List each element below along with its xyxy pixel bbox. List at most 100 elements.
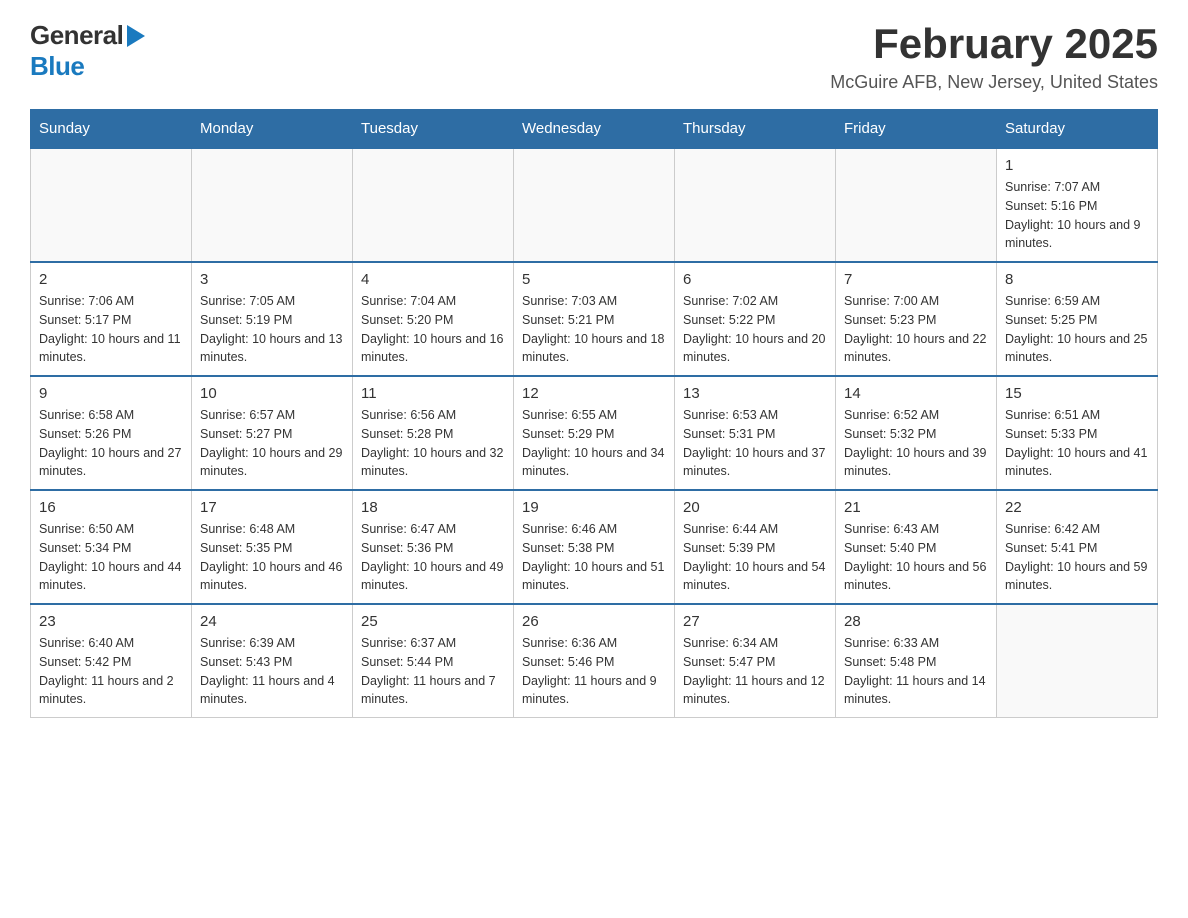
calendar-week-row: 1 Sunrise: 7:07 AMSunset: 5:16 PMDaylight… [31, 148, 1158, 262]
day-number: 25 [361, 613, 505, 630]
day-number: 21 [844, 499, 988, 516]
day-info: Sunrise: 6:34 AMSunset: 5:47 PMDaylight:… [683, 634, 827, 709]
calendar-day-cell [675, 148, 836, 262]
calendar-day-header: Friday [836, 110, 997, 149]
day-info: Sunrise: 6:44 AMSunset: 5:39 PMDaylight:… [683, 520, 827, 595]
calendar-day-cell [836, 148, 997, 262]
calendar-day-cell: 20 Sunrise: 6:44 AMSunset: 5:39 PMDayligh… [675, 490, 836, 604]
day-number: 16 [39, 499, 183, 516]
calendar-day-cell: 22Sunrise: 6:42 AMSunset: 5:41 PMDayligh… [997, 490, 1158, 604]
calendar-week-row: 9 Sunrise: 6:58 AMSunset: 5:26 PMDaylight… [31, 376, 1158, 490]
logo-general-text: General [30, 20, 123, 51]
day-number: 3 [200, 271, 344, 288]
calendar-day-cell: 23 Sunrise: 6:40 AMSunset: 5:42 PMDayligh… [31, 604, 192, 718]
calendar-day-cell: 25 Sunrise: 6:37 AMSunset: 5:44 PMDayligh… [353, 604, 514, 718]
day-info: Sunrise: 6:37 AMSunset: 5:44 PMDaylight:… [361, 634, 505, 709]
calendar-day-header: Sunday [31, 110, 192, 149]
day-info: Sunrise: 7:07 AMSunset: 5:16 PMDaylight:… [1005, 178, 1149, 253]
calendar-day-cell: 17 Sunrise: 6:48 AMSunset: 5:35 PMDayligh… [192, 490, 353, 604]
day-number: 9 [39, 385, 183, 402]
day-number: 19 [522, 499, 666, 516]
calendar-day-cell: 11 Sunrise: 6:56 AMSunset: 5:28 PMDayligh… [353, 376, 514, 490]
day-info: Sunrise: 7:03 AMSunset: 5:21 PMDaylight:… [522, 292, 666, 367]
day-info: Sunrise: 6:48 AMSunset: 5:35 PMDaylight:… [200, 520, 344, 595]
day-info: Sunrise: 6:55 AMSunset: 5:29 PMDaylight:… [522, 406, 666, 481]
calendar-day-cell: 12 Sunrise: 6:55 AMSunset: 5:29 PMDayligh… [514, 376, 675, 490]
day-info: Sunrise: 6:52 AMSunset: 5:32 PMDaylight:… [844, 406, 988, 481]
day-info: Sunrise: 6:42 AMSunset: 5:41 PMDaylight:… [1005, 520, 1149, 595]
calendar-day-header: Tuesday [353, 110, 514, 149]
calendar-day-cell [31, 148, 192, 262]
calendar-week-row: 23 Sunrise: 6:40 AMSunset: 5:42 PMDayligh… [31, 604, 1158, 718]
page-title: February 2025 [830, 20, 1158, 68]
calendar-day-cell [997, 604, 1158, 718]
day-number: 7 [844, 271, 988, 288]
calendar-day-cell: 28 Sunrise: 6:33 AMSunset: 5:48 PMDayligh… [836, 604, 997, 718]
day-number: 20 [683, 499, 827, 516]
day-number: 28 [844, 613, 988, 630]
calendar-day-cell: 16 Sunrise: 6:50 AMSunset: 5:34 PMDayligh… [31, 490, 192, 604]
day-number: 23 [39, 613, 183, 630]
day-info: Sunrise: 6:50 AMSunset: 5:34 PMDaylight:… [39, 520, 183, 595]
day-number: 8 [1005, 271, 1149, 288]
day-info: Sunrise: 6:43 AMSunset: 5:40 PMDaylight:… [844, 520, 988, 595]
day-info: Sunrise: 6:57 AMSunset: 5:27 PMDaylight:… [200, 406, 344, 481]
day-number: 27 [683, 613, 827, 630]
day-number: 18 [361, 499, 505, 516]
calendar-day-cell: 21 Sunrise: 6:43 AMSunset: 5:40 PMDayligh… [836, 490, 997, 604]
day-number: 12 [522, 385, 666, 402]
day-number: 14 [844, 385, 988, 402]
day-info: Sunrise: 6:36 AMSunset: 5:46 PMDaylight:… [522, 634, 666, 709]
calendar-day-cell: 4 Sunrise: 7:04 AMSunset: 5:20 PMDaylight… [353, 262, 514, 376]
calendar-table: SundayMondayTuesdayWednesdayThursdayFrid… [30, 109, 1158, 718]
day-number: 2 [39, 271, 183, 288]
title-block: February 2025 McGuire AFB, New Jersey, U… [830, 20, 1158, 93]
day-number: 6 [683, 271, 827, 288]
logo-triangle-icon [127, 25, 145, 47]
day-number: 4 [361, 271, 505, 288]
calendar-day-cell: 1 Sunrise: 7:07 AMSunset: 5:16 PMDaylight… [997, 148, 1158, 262]
day-info: Sunrise: 6:33 AMSunset: 5:48 PMDaylight:… [844, 634, 988, 709]
day-info: Sunrise: 6:40 AMSunset: 5:42 PMDaylight:… [39, 634, 183, 709]
day-number: 1 [1005, 157, 1149, 174]
day-info: Sunrise: 6:59 AMSunset: 5:25 PMDaylight:… [1005, 292, 1149, 367]
day-info: Sunrise: 6:58 AMSunset: 5:26 PMDaylight:… [39, 406, 183, 481]
logo-blue-text: Blue [30, 51, 84, 82]
day-info: Sunrise: 7:02 AMSunset: 5:22 PMDaylight:… [683, 292, 827, 367]
day-number: 17 [200, 499, 344, 516]
calendar-day-header: Saturday [997, 110, 1158, 149]
day-info: Sunrise: 6:46 AMSunset: 5:38 PMDaylight:… [522, 520, 666, 595]
calendar-day-cell: 15 Sunrise: 6:51 AMSunset: 5:33 PMDayligh… [997, 376, 1158, 490]
calendar-day-cell: 7Sunrise: 7:00 AMSunset: 5:23 PMDaylight… [836, 262, 997, 376]
day-info: Sunrise: 6:53 AMSunset: 5:31 PMDaylight:… [683, 406, 827, 481]
day-number: 24 [200, 613, 344, 630]
day-number: 15 [1005, 385, 1149, 402]
day-info: Sunrise: 7:04 AMSunset: 5:20 PMDaylight:… [361, 292, 505, 367]
day-number: 11 [361, 385, 505, 402]
calendar-day-cell [514, 148, 675, 262]
logo: General Blue [30, 20, 145, 82]
logo-row2: Blue [30, 51, 145, 82]
calendar-week-row: 2 Sunrise: 7:06 AMSunset: 5:17 PMDaylight… [31, 262, 1158, 376]
day-info: Sunrise: 7:05 AMSunset: 5:19 PMDaylight:… [200, 292, 344, 367]
day-info: Sunrise: 6:56 AMSunset: 5:28 PMDaylight:… [361, 406, 505, 481]
calendar-day-cell: 13Sunrise: 6:53 AMSunset: 5:31 PMDayligh… [675, 376, 836, 490]
calendar-day-cell: 18Sunrise: 6:47 AMSunset: 5:36 PMDayligh… [353, 490, 514, 604]
calendar-day-cell: 8 Sunrise: 6:59 AMSunset: 5:25 PMDaylight… [997, 262, 1158, 376]
day-number: 5 [522, 271, 666, 288]
calendar-day-cell: 9 Sunrise: 6:58 AMSunset: 5:26 PMDaylight… [31, 376, 192, 490]
calendar-day-cell: 27 Sunrise: 6:34 AMSunset: 5:47 PMDayligh… [675, 604, 836, 718]
page-subtitle: McGuire AFB, New Jersey, United States [830, 72, 1158, 93]
day-info: Sunrise: 6:39 AMSunset: 5:43 PMDaylight:… [200, 634, 344, 709]
calendar-day-header: Wednesday [514, 110, 675, 149]
day-number: 10 [200, 385, 344, 402]
calendar-day-cell [192, 148, 353, 262]
calendar-day-cell: 24 Sunrise: 6:39 AMSunset: 5:43 PMDayligh… [192, 604, 353, 718]
day-info: Sunrise: 7:06 AMSunset: 5:17 PMDaylight:… [39, 292, 183, 367]
calendar-week-row: 16 Sunrise: 6:50 AMSunset: 5:34 PMDayligh… [31, 490, 1158, 604]
calendar-day-cell: 14 Sunrise: 6:52 AMSunset: 5:32 PMDayligh… [836, 376, 997, 490]
day-number: 26 [522, 613, 666, 630]
day-info: Sunrise: 6:51 AMSunset: 5:33 PMDaylight:… [1005, 406, 1149, 481]
calendar-day-header: Monday [192, 110, 353, 149]
calendar-day-cell [353, 148, 514, 262]
